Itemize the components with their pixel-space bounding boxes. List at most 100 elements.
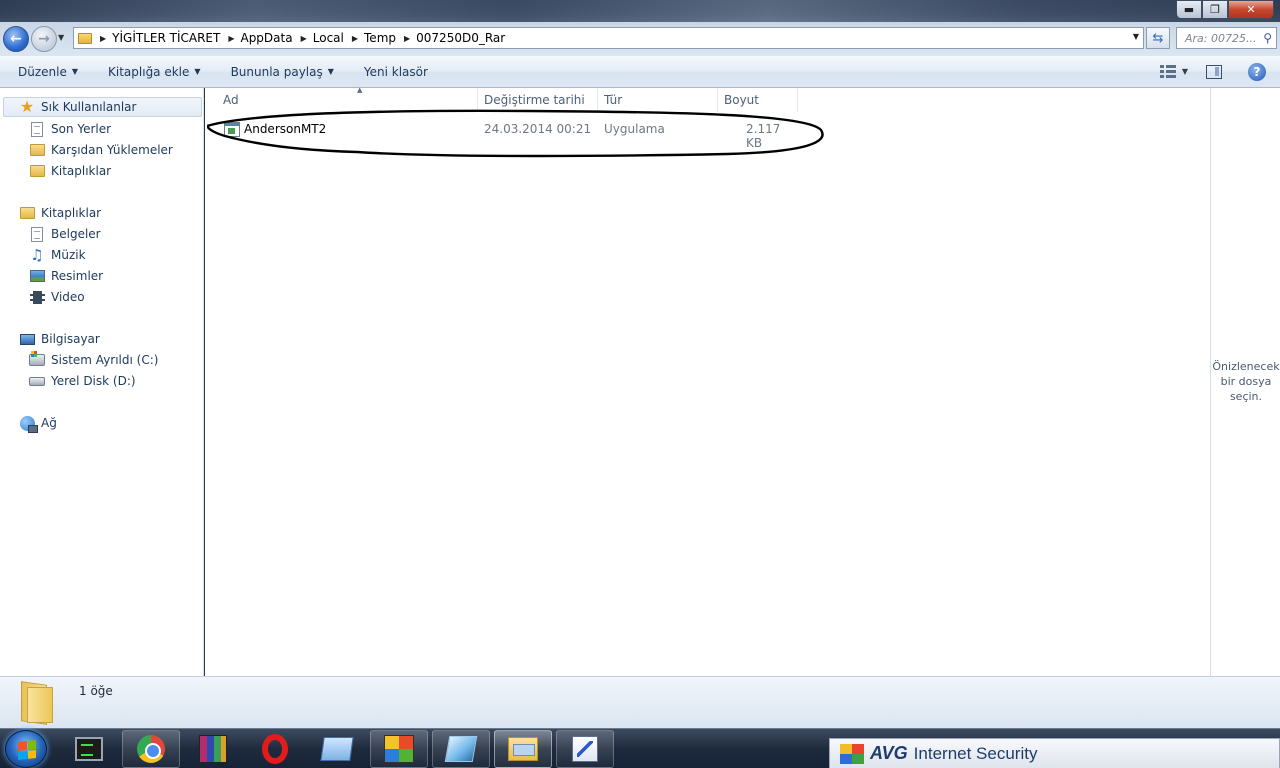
nav-item-libraries-fav[interactable]: Kitaplıklar (29, 161, 111, 181)
terminal-icon (75, 737, 103, 761)
share-with-button[interactable]: Bununla paylaş ▼ (231, 65, 334, 79)
back-button[interactable]: ← (3, 26, 29, 52)
nav-item-label: Yerel Disk (D:) (51, 374, 136, 388)
avg-notification[interactable]: AVG Internet Security (829, 738, 1280, 768)
chevron-right-icon[interactable]: ▶ (404, 34, 410, 43)
file-list: Ad ▲ Değiştirme tarihi Tür Boyut Anderso… (205, 86, 1210, 676)
breadcrumb-item[interactable]: Local (313, 31, 344, 45)
command-bar: Düzenle ▼ Kitaplığa ekle ▼ Bununla payla… (0, 56, 1280, 88)
taskbar-app-opera[interactable] (246, 730, 304, 768)
libraries-icon (19, 205, 35, 221)
taskbar-app-chrome[interactable] (122, 730, 180, 768)
libraries-icon (29, 163, 45, 179)
nav-item-documents[interactable]: Belgeler (29, 224, 101, 244)
nav-item-label: Resimler (51, 269, 104, 283)
taskbar-app-explorer[interactable] (494, 730, 552, 768)
share-with-label: Bununla paylaş (230, 64, 323, 79)
view-dropdown-icon[interactable]: ▼ (1182, 67, 1188, 76)
preview-line: Önizlenecek (1212, 360, 1280, 373)
windows-logo-icon (18, 740, 36, 760)
minimize-icon: ▬ (1183, 3, 1195, 16)
taskbar-app-paint[interactable] (556, 730, 614, 768)
nav-item-recent-places[interactable]: Son Yerler (29, 119, 111, 139)
minimize-button[interactable]: ▬ (1176, 0, 1202, 19)
folder-icon (19, 681, 55, 725)
nav-item-label: Belgeler (51, 227, 101, 241)
music-note-icon: ♫ (30, 246, 44, 264)
chevron-down-icon: ▼ (194, 67, 201, 76)
nav-network[interactable]: Ağ (19, 413, 57, 433)
maximize-button[interactable]: ❐ (1202, 0, 1228, 19)
taskbar-app-tiles[interactable] (432, 730, 490, 768)
downloads-folder-icon (29, 142, 45, 158)
nav-item-drive-c[interactable]: Sistem Ayrıldı (C:) (29, 350, 158, 370)
video-film-icon (29, 289, 45, 305)
include-in-library-button[interactable]: Kitaplığa ekle ▼ (108, 65, 201, 79)
address-bar[interactable]: ▶ YİGİTLER TİCARET ▶ AppData ▶ Local ▶ T… (73, 27, 1144, 49)
forward-arrow-icon: → (38, 31, 50, 47)
refresh-icon: ⇆ (1152, 30, 1164, 46)
nav-item-videos[interactable]: Video (29, 287, 85, 307)
chevron-right-icon[interactable]: ▶ (228, 34, 234, 43)
hard-drive-icon (29, 373, 45, 389)
chevron-right-icon[interactable]: ▶ (100, 34, 106, 43)
new-folder-button[interactable]: Yeni klasör (364, 65, 428, 79)
recent-pages-dropdown[interactable]: ▼ (58, 33, 64, 42)
maximize-icon: ❐ (1210, 3, 1220, 16)
nav-item-label: Kitaplıklar (51, 164, 112, 178)
avg-brand: AVG (870, 743, 908, 763)
search-input[interactable]: Ara: 00725... ⚲ (1176, 27, 1277, 49)
address-dropdown-icon[interactable]: ▼ (1133, 32, 1139, 41)
nav-favorites[interactable]: ★ Sık Kullanılanlar (3, 97, 202, 117)
chevron-down-icon: ▼ (327, 67, 334, 76)
taskbar-app-winrar[interactable] (184, 730, 242, 768)
start-button[interactable] (5, 730, 47, 768)
search-icon: ⚲ (1263, 31, 1272, 45)
avg-product: Internet Security (913, 743, 1038, 763)
breadcrumb: ▶ YİGİTLER TİCARET ▶ AppData ▶ Local ▶ T… (92, 31, 505, 45)
refresh-button[interactable]: ⇆ (1146, 27, 1170, 49)
taskbar-app-terminal[interactable] (60, 730, 118, 768)
nav-item-label: Karşıdan Yüklemeler (51, 143, 173, 157)
nav-item-drive-d[interactable]: Yerel Disk (D:) (29, 371, 136, 391)
nav-computer[interactable]: Bilgisayar (19, 329, 100, 349)
nav-libraries[interactable]: Kitaplıklar (19, 203, 101, 223)
nav-network-label: Ağ (41, 416, 57, 430)
taskbar-app-flying-windows[interactable] (370, 730, 428, 768)
chevron-right-icon[interactable]: ▶ (352, 34, 358, 43)
column-name-label: Ad (223, 93, 239, 107)
nav-item-label: Video (51, 290, 85, 304)
view-options-icon[interactable] (1159, 64, 1176, 79)
organize-button[interactable]: Düzenle ▼ (18, 65, 78, 79)
details-pane: 1 öğe (0, 676, 1280, 728)
sort-ascending-icon: ▲ (357, 86, 363, 94)
breadcrumb-item[interactable]: Temp (364, 31, 396, 45)
breadcrumb-item[interactable]: AppData (240, 31, 292, 45)
nav-item-label: Son Yerler (51, 122, 112, 136)
forward-button[interactable]: → (31, 26, 57, 52)
nav-item-label: Müzik (51, 248, 86, 262)
star-icon: ★ (19, 97, 35, 116)
taskbar-app-media[interactable] (308, 730, 366, 768)
nav-favorites-label: Sık Kullanılanlar (41, 100, 137, 114)
organize-label: Düzenle (18, 64, 67, 79)
column-date-label: Değiştirme tarihi (484, 93, 585, 107)
nav-computer-label: Bilgisayar (41, 332, 100, 346)
help-button[interactable]: ? (1248, 62, 1266, 81)
nav-item-music[interactable]: ♫ Müzik (29, 245, 86, 265)
chrome-icon (137, 735, 165, 763)
preview-pane-button[interactable] (1206, 64, 1222, 79)
avg-logo-icon (840, 743, 864, 764)
nav-item-pictures[interactable]: Resimler (29, 266, 103, 286)
breadcrumb-item[interactable]: YİGİTLER TİCARET (112, 31, 220, 45)
back-arrow-icon: ← (10, 31, 22, 47)
flying-windows-icon (384, 735, 414, 763)
tiles-icon (444, 736, 478, 762)
close-button[interactable]: ✕ (1228, 0, 1274, 19)
nav-item-downloads[interactable]: Karşıdan Yüklemeler (29, 140, 173, 160)
documents-icon (29, 226, 45, 242)
item-count: 1 öğe (79, 684, 113, 698)
breadcrumb-item[interactable]: 007250D0_Rar (416, 31, 505, 45)
chevron-right-icon[interactable]: ▶ (301, 34, 307, 43)
pictures-icon (29, 268, 45, 284)
